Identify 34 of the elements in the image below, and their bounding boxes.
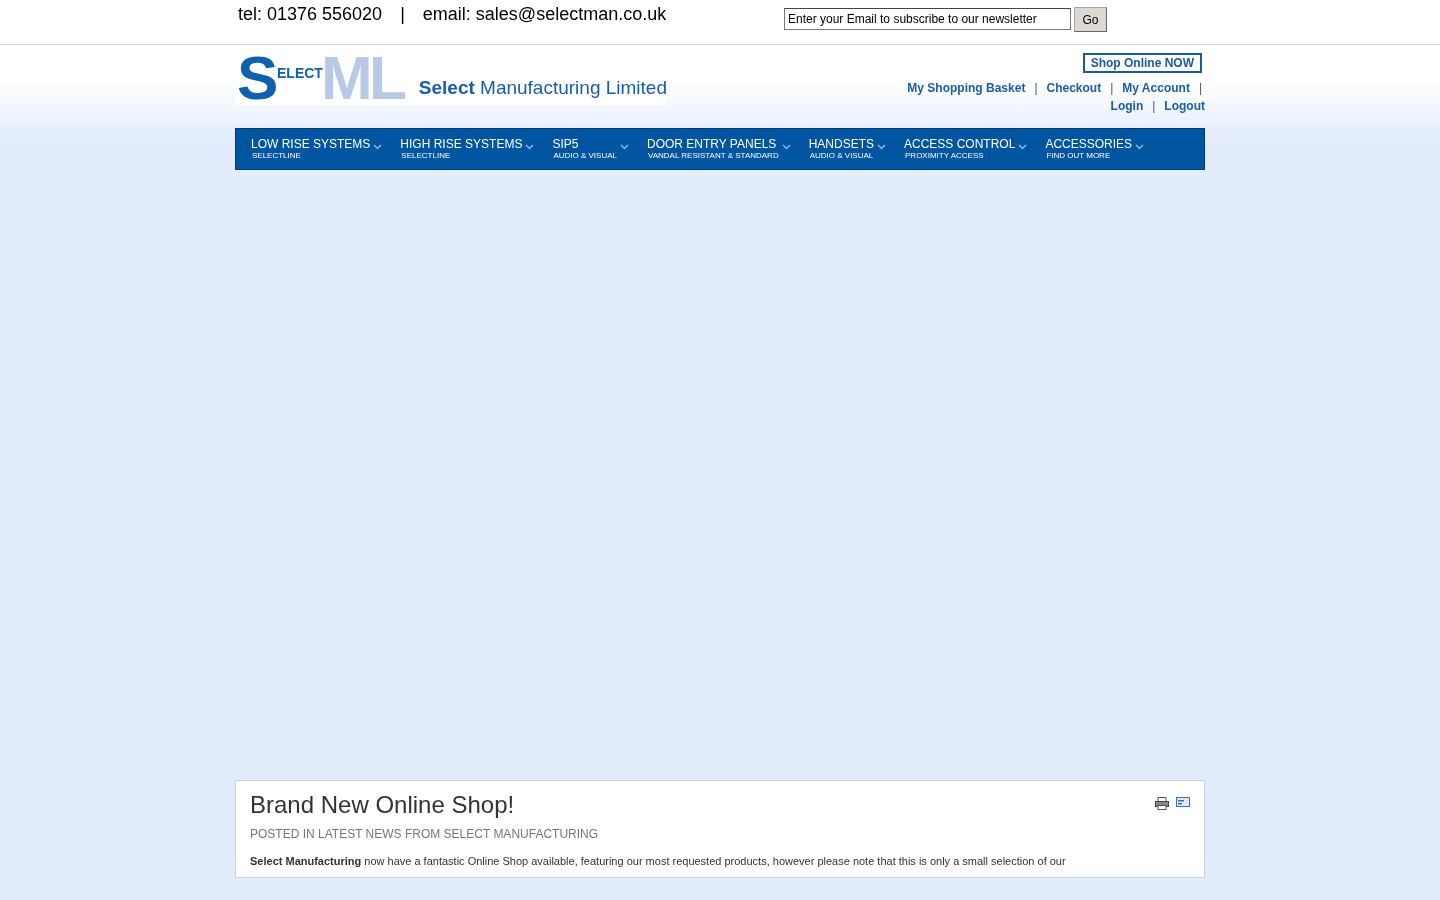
account-link[interactable]: My Shopping Basket [907, 81, 1026, 95]
email-address: email: sales@selectman.co.uk [422, 4, 667, 25]
account-link[interactable]: Checkout [1046, 81, 1102, 95]
menu-item[interactable]: ACCESSORIES FIND OUT MORE [1045, 137, 1145, 169]
article-text: Select Manufacturing now have a fantastic Online Shop available, featuring our most requested products, however please note that this is only a small selection of our [250, 855, 1067, 867]
shop-online-button[interactable]: Shop Online NOW [1082, 53, 1202, 73]
menu-item[interactable]: HANDSETS AUDIO & VISUAL [808, 137, 886, 169]
email-icon[interactable] [1176, 797, 1190, 807]
chevron-down-icon [877, 144, 886, 150]
separator: | [1033, 81, 1039, 95]
newsletter-email-field[interactable]: Enter your Email to subscribe to our newsletter [784, 8, 1071, 30]
separator: | [1197, 81, 1203, 95]
menu-item[interactable]: LOW RISE SYSTEMS SELECTLINE [251, 137, 383, 169]
account-link[interactable]: My Account [1122, 81, 1190, 95]
menu-item[interactable]: HIGH RISE SYSTEMS SELECTLINE [400, 137, 535, 169]
chevron-down-icon [619, 144, 629, 150]
chevron-down-icon [781, 144, 791, 150]
menu-item[interactable]: SIP5 AUDIO & VISUAL [552, 137, 629, 169]
article-title: Brand New Online Shop! [250, 791, 515, 819]
article-meta: POSTED IN LATEST NEWS FROM SELECT MANUFACTURING [250, 827, 600, 841]
phone-number: tel: 01376 556020 [238, 4, 383, 25]
account-link[interactable]: Login [1110, 99, 1144, 113]
chevron-down-icon [1018, 144, 1028, 150]
account-link[interactable]: Logout [1164, 99, 1205, 113]
chevron-down-icon [525, 144, 535, 150]
separator: | [1109, 81, 1115, 95]
separator: | [1151, 99, 1157, 113]
menu-item[interactable]: ACCESS CONTROL PROXIMITY ACCESS [904, 137, 1028, 169]
chevron-down-icon [373, 144, 383, 150]
chevron-down-icon [1135, 144, 1145, 150]
print-icon[interactable] [1155, 797, 1169, 810]
go-button[interactable]: Go [1074, 7, 1107, 32]
menu-item[interactable]: DOOR ENTRY PANELS VANDAL RESISTANT & STANDARD [646, 137, 791, 169]
separator: | [399, 4, 406, 25]
